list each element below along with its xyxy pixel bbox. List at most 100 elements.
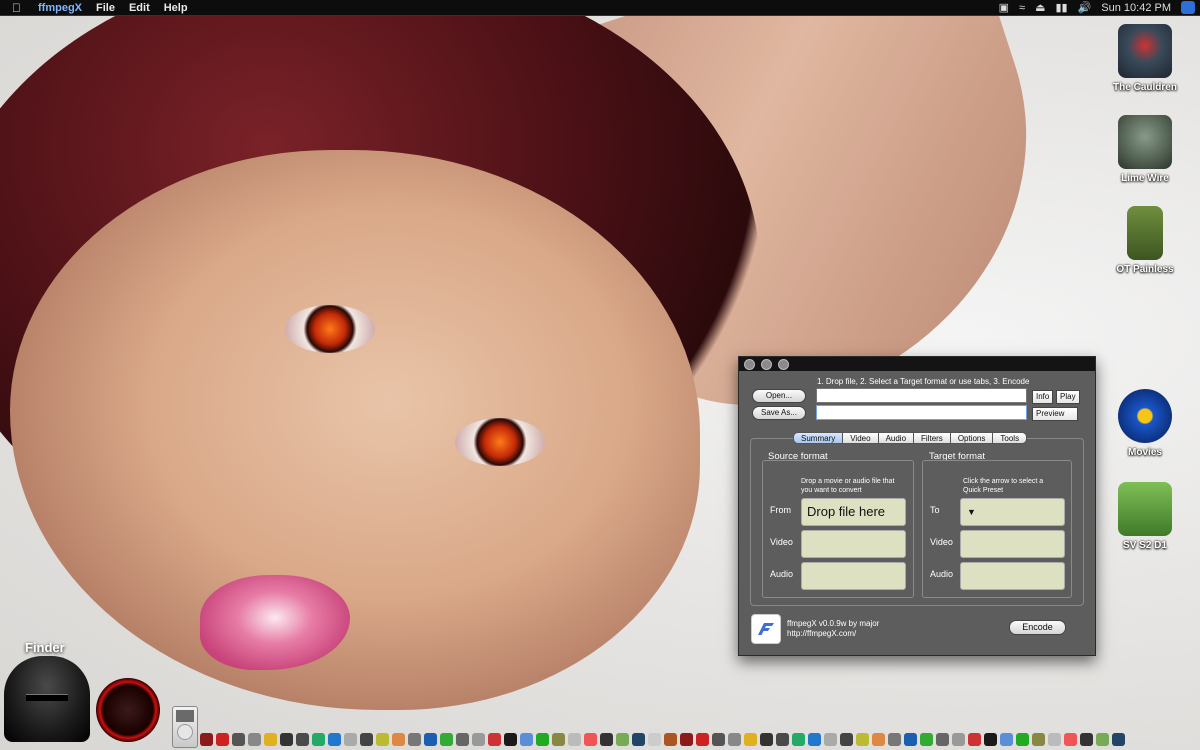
ipod-icon[interactable] (172, 706, 198, 748)
dock-app-icon[interactable] (1112, 732, 1125, 746)
open-button[interactable]: Open... (752, 389, 806, 403)
menu-app-name[interactable]: ffmpegX (38, 2, 82, 14)
wifi-icon[interactable]: ≈ (1019, 2, 1025, 14)
zoom-button[interactable] (778, 358, 789, 370)
dock-app-icon[interactable] (344, 732, 357, 746)
dock-app-icon[interactable] (616, 732, 629, 746)
dock-app-icon[interactable] (280, 732, 293, 746)
dock-app-icon[interactable] (552, 732, 565, 746)
dock-app-icon[interactable] (200, 732, 213, 746)
save-as-button[interactable]: Save As... (752, 406, 806, 420)
dashboard-gauge-icon[interactable] (96, 678, 160, 742)
preview-button[interactable]: Preview (1032, 407, 1078, 421)
dock-app-icon[interactable] (424, 732, 437, 746)
dock-app-icon[interactable] (488, 732, 501, 746)
source-path-field[interactable] (816, 388, 1027, 403)
dock-app-icon[interactable] (792, 732, 805, 746)
dock-app-icon[interactable] (760, 732, 773, 746)
dock-app-icon[interactable] (504, 732, 517, 746)
menu-file[interactable]: File (96, 2, 115, 14)
dock-app-icon[interactable] (216, 732, 229, 746)
desktop-icon-sv-s2-d1[interactable]: SV S2 D1 (1105, 482, 1185, 551)
eject-icon[interactable]: ⏏ (1035, 1, 1045, 14)
dock-app-icon[interactable] (1048, 732, 1061, 746)
finder-knight-icon[interactable] (4, 656, 90, 742)
dock-app-icon[interactable] (584, 732, 597, 746)
play-button[interactable]: Play (1056, 390, 1080, 404)
dock-app-icon[interactable] (984, 732, 997, 746)
output-path-field[interactable] (816, 405, 1027, 420)
encode-button[interactable]: Encode (1009, 620, 1066, 635)
dock-app-icon[interactable] (1096, 732, 1109, 746)
script-menu-icon[interactable]: ▣ (999, 1, 1009, 14)
dock-app-icon[interactable] (824, 732, 837, 746)
dock-app-icon[interactable] (1000, 732, 1013, 746)
dock-app-icon[interactable] (648, 732, 661, 746)
dock-app-icon[interactable] (520, 732, 533, 746)
dock-app-icon[interactable] (680, 732, 693, 746)
dock-app-icon[interactable] (536, 732, 549, 746)
dock-app-icon[interactable] (248, 732, 261, 746)
info-button[interactable]: Info (1032, 390, 1054, 404)
dock-app-icon[interactable] (1016, 732, 1029, 746)
dock-app-icon[interactable] (808, 732, 821, 746)
volume-icon[interactable]: 🔊 (1078, 1, 1092, 14)
tab-tools[interactable]: Tools (993, 432, 1028, 444)
desktop-icon-the-cauldren[interactable]: The Cauldren (1105, 24, 1185, 93)
dock-app-icon[interactable] (392, 732, 405, 746)
minimize-button[interactable] (761, 358, 772, 370)
tab-filters[interactable]: Filters (914, 432, 951, 444)
website-link[interactable]: http://ffmpegX.com/ (787, 629, 879, 639)
dock-app-icon[interactable] (376, 732, 389, 746)
dock-app-icon[interactable] (1032, 732, 1045, 746)
preset-arrow-icon[interactable]: ▼ (961, 499, 1064, 525)
dock-app-icon[interactable] (664, 732, 677, 746)
dock-app-icon[interactable] (840, 732, 853, 746)
dock-app-icon[interactable] (440, 732, 453, 746)
target-preset-select[interactable]: ▼ (960, 498, 1065, 526)
dock-app-icon[interactable] (744, 732, 757, 746)
menu-clock[interactable]: Sun 10:42 PM (1101, 2, 1171, 14)
tab-video[interactable]: Video (843, 432, 879, 444)
dock-app-icon[interactable] (360, 732, 373, 746)
dock-app-icon[interactable] (888, 732, 901, 746)
dock-app-icon[interactable] (712, 732, 725, 746)
menu-help[interactable]: Help (164, 2, 188, 14)
dock-app-icon[interactable] (696, 732, 709, 746)
spotlight-icon[interactable] (1181, 1, 1195, 14)
desktop-icon-lime-wire[interactable]: Lime Wire (1105, 115, 1185, 184)
dock-app-icon[interactable] (1064, 732, 1077, 746)
dock-app-icon[interactable] (456, 732, 469, 746)
close-button[interactable] (744, 358, 755, 370)
dock-app-icon[interactable] (936, 732, 949, 746)
tab-summary[interactable]: Summary (793, 432, 844, 444)
dock-app-icon[interactable] (472, 732, 485, 746)
apple-menu-icon[interactable]:  (12, 2, 26, 14)
dock-app-icon[interactable] (264, 732, 277, 746)
dock-app-icon[interactable] (904, 732, 917, 746)
dock-app-icon[interactable] (920, 732, 933, 746)
dock-app-icon[interactable] (776, 732, 789, 746)
dock-app-icon[interactable] (1080, 732, 1093, 746)
dock-app-icon[interactable] (568, 732, 581, 746)
battery-icon[interactable]: ▮▮ (1055, 1, 1067, 14)
window-titlebar[interactable] (739, 357, 1095, 371)
desktop-icon-movies[interactable]: Movies (1105, 389, 1185, 458)
source-drop-well[interactable]: Drop file here (801, 498, 906, 526)
dock-app-icon[interactable] (632, 732, 645, 746)
dock-app-icon[interactable] (728, 732, 741, 746)
dock-app-icon[interactable] (952, 732, 965, 746)
tab-options[interactable]: Options (950, 432, 994, 444)
menu-edit[interactable]: Edit (129, 2, 150, 14)
desktop-icon-ot-painless[interactable]: OT Painless (1105, 206, 1185, 275)
tab-audio[interactable]: Audio (878, 432, 915, 444)
dock-app-icon[interactable] (856, 732, 869, 746)
dock-app-icon[interactable] (968, 732, 981, 746)
dock-app-icon[interactable] (296, 732, 309, 746)
dock-app-icon[interactable] (872, 732, 885, 746)
dock-app-icon[interactable] (232, 732, 245, 746)
dock-app-icon[interactable] (312, 732, 325, 746)
dock-app-icon[interactable] (408, 732, 421, 746)
dock-app-icon[interactable] (600, 732, 613, 746)
dock-app-icon[interactable] (328, 732, 341, 746)
